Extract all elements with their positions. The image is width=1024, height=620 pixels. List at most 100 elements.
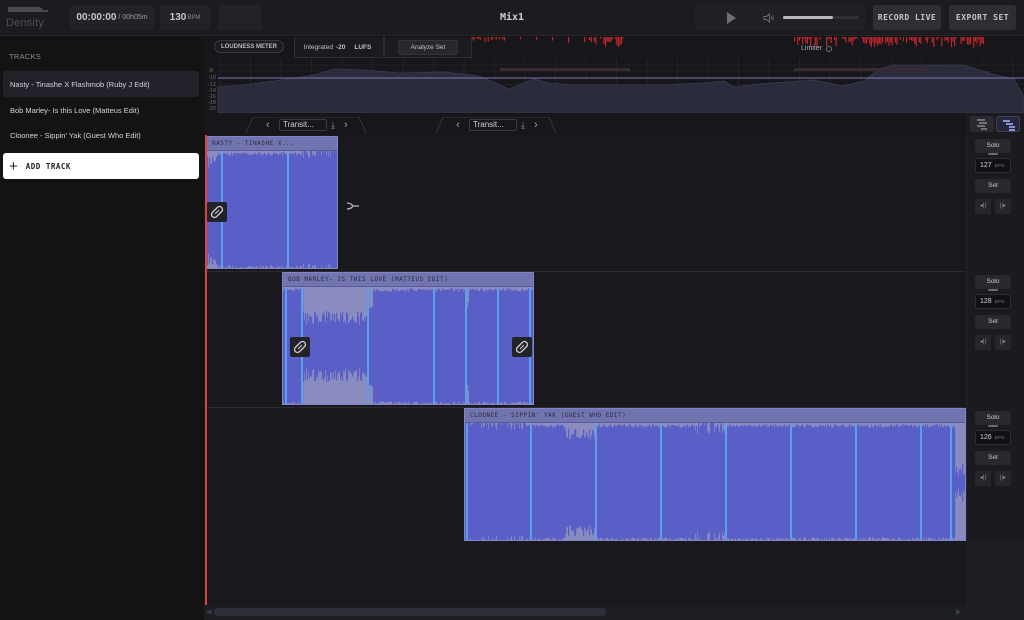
mix-title-text[interactable]: Mix1 xyxy=(500,12,524,23)
beat-marker xyxy=(725,423,727,540)
transition-merge-icon[interactable] xyxy=(346,201,360,214)
scrollbar-thumb[interactable] xyxy=(214,608,606,616)
transition-control: ‹ Transit... ⤓ › xyxy=(436,117,556,133)
beat-marker xyxy=(367,287,369,404)
track-clip[interactable]: CLOONEE - SIPPIN' YAK (GUEST WHO EDIT) xyxy=(464,408,966,541)
link-button[interactable] xyxy=(207,202,227,222)
sidebar-track-item[interactable]: Cloonee - Sippin' Yak (Guest Who Edit) xyxy=(3,122,199,148)
scroll-left-icon[interactable]: ◀ xyxy=(206,608,211,616)
list-view-button[interactable] xyxy=(970,116,994,132)
transition-next-icon[interactable]: › xyxy=(344,119,348,131)
speaker-icon[interactable] xyxy=(763,13,775,23)
download-icon[interactable]: ⤓ xyxy=(331,120,335,131)
plus-icon: + xyxy=(9,157,18,175)
loudness-meter-panel: LOUDNESS METER Integrated -20 LUFS Analy… xyxy=(204,37,1024,113)
integrated-loudness: Integrated -20 LUFS xyxy=(294,37,384,58)
solo-button[interactable]: Solo xyxy=(975,275,1011,291)
beat-marker xyxy=(595,423,597,540)
track-bpm-unit: BPM xyxy=(994,163,1005,168)
tracks-heading: TRACKS xyxy=(9,52,42,61)
track-bpm-value: 126 xyxy=(980,434,992,441)
loudness-meter-toggle[interactable]: LOUDNESS METER xyxy=(214,40,285,53)
empty-header-slot xyxy=(218,5,262,30)
stacked-view-button[interactable] xyxy=(996,116,1020,132)
integrated-label: Integrated xyxy=(303,43,333,51)
add-track-button[interactable]: + ADD TRACK xyxy=(3,153,199,179)
beat-marker xyxy=(466,423,468,540)
track-bpm-field[interactable]: 128 BPM xyxy=(975,294,1011,309)
analyze-set-button[interactable]: Analyze Set xyxy=(397,39,459,55)
integrated-unit: LUFS xyxy=(354,43,372,51)
transition-select[interactable]: Transit... xyxy=(279,119,327,131)
set-button[interactable]: Set xyxy=(975,315,1011,329)
volume-fill xyxy=(783,16,834,19)
track-bpm-field[interactable]: 126 BPM xyxy=(975,430,1011,445)
clip-title: CLOONEE - SIPPIN' YAK (GUEST WHO EDIT) xyxy=(465,409,965,423)
horizontal-scrollbar[interactable]: ◀ ▶ xyxy=(204,605,966,620)
transition-next-icon[interactable]: › xyxy=(534,119,538,131)
clip-title: NASTY - TINASHE X... xyxy=(207,137,337,151)
set-button[interactable]: Set xyxy=(975,179,1011,193)
track-bpm-value: 128 xyxy=(980,298,992,305)
link-icon xyxy=(210,205,224,219)
transition-select[interactable]: Transit... xyxy=(469,119,517,131)
volume-slider[interactable] xyxy=(783,16,859,19)
record-live-button[interactable]: RECORD LIVE xyxy=(873,5,941,30)
transition-prev-icon[interactable]: ‹ xyxy=(266,119,270,131)
link-icon xyxy=(293,340,307,354)
beat-marker xyxy=(855,423,857,540)
top-bar: Density 00:00:00 / 00h05m 130 BPM Mix1 R… xyxy=(0,0,1024,36)
sidebar-track-item[interactable]: Bob Marley- Is this Love (Matteus Edit) xyxy=(3,97,199,123)
track-clip[interactable]: BOB MARLEY- IS THIS LOVE (MATTEUS EDIT) xyxy=(282,272,534,405)
beat-marker xyxy=(285,287,287,404)
app-logo: Density xyxy=(6,5,54,31)
nudge-left-button[interactable]: ◂|| xyxy=(975,471,991,486)
beat-marker xyxy=(790,423,792,540)
playhead[interactable] xyxy=(205,135,207,605)
scroll-right-icon[interactable]: ▶ xyxy=(956,608,961,616)
export-set-button[interactable]: EXPORT SET xyxy=(949,5,1016,30)
play-icon[interactable] xyxy=(727,12,736,24)
sidebar-track-item[interactable]: Nasty - Tinashe X Flashmob (Ruby J Edit) xyxy=(3,71,199,97)
nudge-left-button[interactable]: ◂|| xyxy=(975,199,991,214)
master-bpm[interactable]: 130 BPM xyxy=(160,5,210,30)
logo-mark xyxy=(8,7,48,12)
track-bpm-field[interactable]: 127 BPM xyxy=(975,158,1011,173)
solo-button[interactable]: Solo xyxy=(975,139,1011,155)
time-display: 00:00:00 / 00h05m xyxy=(70,5,154,30)
limiter-toggle[interactable]: Limiter xyxy=(801,45,833,52)
nudge-right-button[interactable]: ||▸ xyxy=(995,335,1011,350)
total-time: / 00h05m xyxy=(118,14,148,21)
logo-text: Density xyxy=(6,17,45,29)
beat-marker xyxy=(465,287,467,404)
solo-button[interactable]: Solo xyxy=(975,411,1011,427)
download-icon[interactable]: ⤓ xyxy=(521,120,525,131)
link-icon xyxy=(515,340,529,354)
nudge-left-button[interactable]: ◂|| xyxy=(975,335,991,350)
view-toggle xyxy=(966,113,1024,135)
waveform xyxy=(465,423,965,540)
nudge-right-button[interactable]: ||▸ xyxy=(995,199,1011,214)
transition-control: ‹ Transit... ⤓ › xyxy=(246,117,366,133)
db-label: -10 xyxy=(208,75,216,81)
limiter-label: Limiter xyxy=(801,45,823,52)
db-label: -8 xyxy=(208,68,213,74)
nudge-right-button[interactable]: ||▸ xyxy=(995,471,1011,486)
transition-prev-icon[interactable]: ‹ xyxy=(456,119,460,131)
stacked-view-icon xyxy=(1003,120,1015,131)
beat-marker xyxy=(660,423,662,540)
set-button[interactable]: Set xyxy=(975,451,1011,465)
link-button[interactable] xyxy=(512,337,532,357)
link-button[interactable] xyxy=(290,337,310,357)
add-track-label: ADD TRACK xyxy=(25,161,71,171)
beat-marker xyxy=(920,423,922,540)
track-controls: Solo 127 BPM Set ◂|| ||▸ Solo 128 BPM Set … xyxy=(966,135,1024,540)
integrated-value: -20 xyxy=(335,43,346,51)
track-bpm-value: 127 xyxy=(980,162,992,169)
beat-marker xyxy=(433,287,435,404)
transport-panel xyxy=(695,5,865,30)
corner-filler xyxy=(966,540,1024,620)
sidebar: TRACKS Nasty - Tinashe X Flashmob (Ruby … xyxy=(0,37,204,620)
beat-marker xyxy=(287,151,289,268)
beat-marker xyxy=(497,287,499,404)
